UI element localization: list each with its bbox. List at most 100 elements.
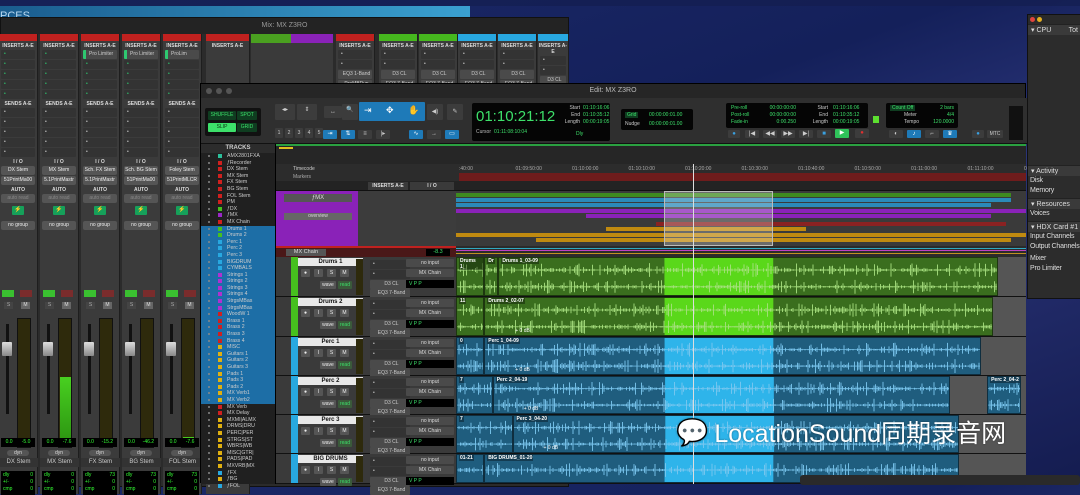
track-visibility-dot[interactable] <box>208 253 210 256</box>
tracks-header[interactable]: TRACKS <box>201 144 275 153</box>
fadein-value[interactable]: 0:00.250 <box>766 119 796 126</box>
output-selector[interactable]: MX Chain <box>406 388 454 396</box>
output-selector[interactable]: DX Stem <box>1 166 35 175</box>
insert-slot[interactable]: • <box>421 60 455 69</box>
resources-section[interactable]: ▾ Resources <box>1028 198 1080 209</box>
input-selector[interactable]: no input <box>406 339 454 347</box>
insert-slot[interactable]: • <box>421 50 455 59</box>
track-visibility-dot[interactable] <box>208 431 210 434</box>
volume-readout[interactable]: 0.0 -15.2 <box>83 438 117 447</box>
minimize-icon[interactable] <box>1037 17 1042 22</box>
insert-slot[interactable]: • <box>1 80 35 89</box>
track-list-item[interactable]: MX Delay <box>201 410 275 417</box>
send-slot[interactable]: • <box>1 148 35 157</box>
track-visibility-dot[interactable] <box>208 319 210 322</box>
track-visibility-dot[interactable] <box>208 280 210 283</box>
track-list-item[interactable]: ƒFOL <box>201 483 275 490</box>
track-list-item[interactable]: PERC|PER <box>201 430 275 437</box>
insert-slot[interactable]: • <box>165 80 199 89</box>
track-name[interactable]: Perc 1 <box>298 338 363 346</box>
group-selector[interactable]: no group <box>1 221 35 230</box>
automation-mode-selector[interactable]: auto read <box>1 194 35 203</box>
insert-slot[interactable]: • <box>460 50 494 59</box>
insert-slot[interactable]: D3 CL <box>381 70 415 79</box>
input-button[interactable]: I <box>314 427 323 435</box>
track-name[interactable]: BIG DRUMS <box>298 455 363 463</box>
insert-slot[interactable]: • <box>500 50 534 59</box>
track-visibility-dot[interactable] <box>208 425 210 428</box>
send-slot[interactable]: • <box>83 108 117 117</box>
universe-overview[interactable] <box>276 144 1026 164</box>
volume-fader-handle[interactable] <box>166 342 176 356</box>
main-counter[interactable]: 01:10:21:12 <box>476 108 555 125</box>
insert-slot[interactable]: • <box>165 60 199 69</box>
grid-mode-button[interactable]: GRID <box>237 123 257 132</box>
output-selector[interactable]: MX Chain <box>406 349 454 357</box>
insert-slot[interactable]: D3 CL <box>500 70 534 79</box>
volume-fader-handle[interactable] <box>2 342 12 356</box>
track-visibility-dot[interactable] <box>208 398 210 401</box>
track-visibility-dot[interactable] <box>208 372 210 375</box>
send-slot[interactable]: • <box>165 128 199 137</box>
send-slot[interactable]: • <box>124 148 158 157</box>
insert-slot[interactable]: • <box>165 90 199 99</box>
insert-slot[interactable]: EQ3 1-Band <box>338 70 372 79</box>
close-icon[interactable] <box>1030 17 1035 22</box>
input-monitor-button[interactable] <box>166 290 178 297</box>
pencil-tool-icon[interactable]: ✎ <box>447 104 463 120</box>
automation-selector[interactable]: read <box>338 321 352 329</box>
insert-slot[interactable]: D3 CL <box>370 438 410 447</box>
wait-for-note-icon[interactable]: ◐ <box>889 130 903 138</box>
selection-start[interactable]: 01:10:16:06 <box>583 105 609 112</box>
mute-button[interactable]: M <box>340 388 349 396</box>
track-list-item[interactable]: MX Stem <box>201 173 275 180</box>
send-slot[interactable]: • <box>124 108 158 117</box>
track-list-item[interactable]: CYMBALS <box>201 265 275 272</box>
input-button[interactable]: I <box>314 349 323 357</box>
meter-value[interactable]: 4/4 <box>947 112 954 118</box>
track-name[interactable]: Perc 3 <box>298 416 363 424</box>
volume-fader-track[interactable] <box>125 324 135 414</box>
shuffle-mode-button[interactable]: SHUFFLE <box>208 111 236 120</box>
insert-slot[interactable]: • <box>83 60 117 69</box>
send-slot[interactable]: • <box>83 118 117 127</box>
track-list-item[interactable]: Pads 1 <box>201 370 275 378</box>
record-button[interactable] <box>61 290 73 297</box>
metronome-icon[interactable]: ♪ <box>907 130 921 138</box>
track-list-item[interactable]: MX Chain <box>201 219 275 226</box>
automation-selector[interactable]: read <box>338 439 352 447</box>
track-list-item[interactable]: DRMS|DRU <box>201 423 275 430</box>
volume-fader-handle[interactable] <box>43 342 53 356</box>
postroll-label[interactable]: Post-roll <box>731 112 749 119</box>
track-list-item[interactable]: BIGDRUM <box>201 258 275 266</box>
output-selector[interactable]: Foley Stem <box>165 166 199 175</box>
insert-slot[interactable]: • <box>370 260 410 269</box>
timeline-selection[interactable] <box>663 191 773 246</box>
solo-button[interactable]: S <box>127 302 136 309</box>
automation-selector[interactable]: read <box>338 400 352 408</box>
track-name[interactable]: Perc 2 <box>298 377 363 385</box>
solo-button[interactable]: S <box>327 349 336 357</box>
record-button[interactable]: ● <box>301 349 310 357</box>
track-list-item[interactable]: Guitars 3 <box>201 364 275 371</box>
mirror-midi-icon[interactable]: ⇅ <box>341 130 355 139</box>
automation-mode-selector[interactable]: auto read <box>124 194 158 203</box>
track-list-item[interactable]: Strings 4 <box>201 291 275 299</box>
insert-slot[interactable]: • <box>370 350 410 359</box>
track-visibility-dot[interactable] <box>208 458 210 461</box>
input-selector[interactable]: no input <box>406 378 454 386</box>
audio-clip[interactable]: Perc 2_04-2 <box>987 376 1021 414</box>
track-visibility-dot[interactable] <box>208 168 210 171</box>
track-list-item[interactable]: FOL Stem <box>201 193 275 200</box>
track-list-item[interactable]: Drums 1 <box>201 225 275 233</box>
voice-button[interactable]: ⚡ <box>12 206 24 215</box>
record-button[interactable]: ● <box>301 427 310 435</box>
track-list-item[interactable]: ƒFX <box>201 470 275 477</box>
link-timeline-icon[interactable]: ≡ <box>358 130 372 139</box>
send-slot[interactable]: • <box>124 118 158 127</box>
track-visibility-dot[interactable] <box>208 234 210 237</box>
selection-end[interactable]: 01:10:35:12 <box>583 112 609 119</box>
mx-chain-volume[interactable]: -8.3 <box>426 249 450 256</box>
insert-slot[interactable]: • <box>83 90 117 99</box>
volume-fader-track[interactable] <box>84 324 94 414</box>
